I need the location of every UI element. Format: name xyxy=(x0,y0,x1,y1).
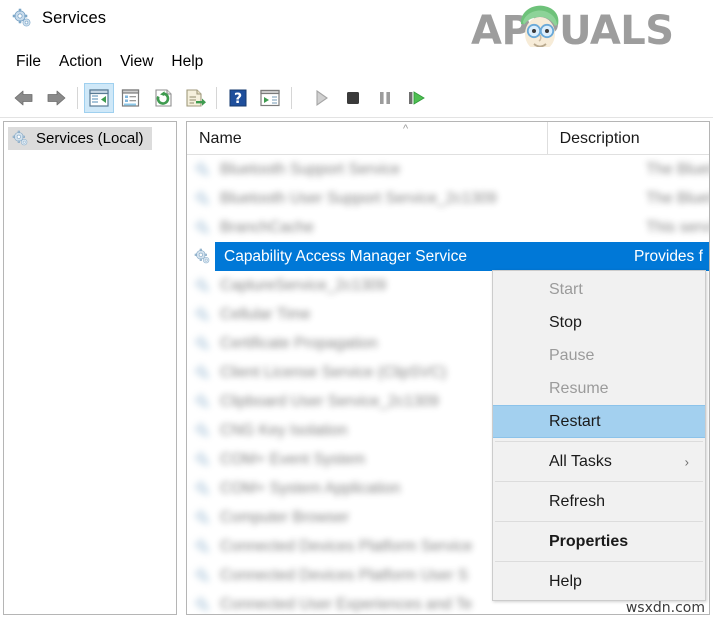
column-header-name[interactable]: Name ^ xyxy=(187,122,547,154)
service-gear-icon xyxy=(190,480,214,497)
context-menu-item-all-tasks-label: All Tasks xyxy=(549,452,612,470)
service-gear-icon xyxy=(190,422,214,439)
services-gear-icon xyxy=(12,8,32,28)
export-list-icon[interactable] xyxy=(180,83,210,113)
context-menu-item-stop-label: Stop xyxy=(549,313,582,331)
services-window: Services APPUALS File Action View Help ?… xyxy=(0,0,713,618)
sidebar-item-label: Services (Local) xyxy=(36,130,144,147)
service-context-menu: Start Stop Pause Resume Restart All Task… xyxy=(492,270,706,601)
menu-file[interactable]: File xyxy=(7,51,50,73)
column-header-description[interactable]: Description xyxy=(546,122,709,154)
context-menu-item-start[interactable]: Start xyxy=(493,273,705,306)
restart-service-icon[interactable] xyxy=(402,83,432,113)
service-gear-icon xyxy=(190,190,214,207)
column-header-description-label: Description xyxy=(559,130,640,147)
watermark: wsxdn.com xyxy=(625,600,705,616)
service-gear-icon xyxy=(190,335,214,352)
service-name-cell: Bluetooth User Support Service_2c1309 xyxy=(220,189,497,207)
services-gear-icon xyxy=(12,130,29,147)
service-gear-icon xyxy=(190,509,214,526)
context-menu-item-refresh[interactable]: Refresh xyxy=(493,485,705,518)
context-menu-item-properties[interactable]: Properties xyxy=(493,525,705,558)
service-gear-icon xyxy=(190,596,214,613)
back-icon[interactable] xyxy=(9,83,39,113)
context-menu-item-pause[interactable]: Pause xyxy=(493,339,705,372)
stop-service-icon[interactable] xyxy=(338,83,368,113)
sort-ascending-icon: ^ xyxy=(403,123,409,135)
service-gear-icon xyxy=(190,393,214,410)
service-gear-icon xyxy=(190,538,214,555)
service-gear-icon xyxy=(190,219,214,236)
toolbar-separator-2 xyxy=(216,87,217,109)
context-menu-item-properties-label: Properties xyxy=(549,532,629,550)
toolbar-separator-1 xyxy=(77,87,78,109)
context-menu-separator-2 xyxy=(495,481,703,482)
service-name-cell: BranchCache xyxy=(220,218,314,236)
toolbar-separator-3 xyxy=(291,87,292,109)
service-gear-icon xyxy=(190,567,214,584)
service-description-cell: This servi xyxy=(646,218,709,236)
window-title: Services xyxy=(42,8,107,27)
sidebar-item-services-local[interactable]: Services (Local) xyxy=(8,127,152,150)
context-menu-item-pause-label: Pause xyxy=(549,346,595,364)
refresh-icon[interactable] xyxy=(148,83,178,113)
show-action-pane-icon[interactable] xyxy=(255,83,285,113)
context-menu-item-help-label: Help xyxy=(549,572,582,590)
pause-service-icon[interactable] xyxy=(370,83,400,113)
context-menu-item-restart-label: Restart xyxy=(549,412,601,430)
service-name-cell: Bluetooth Support Service xyxy=(220,160,401,178)
service-name-cell: Capability Access Manager Service xyxy=(224,247,467,265)
context-menu-item-resume-label: Resume xyxy=(549,379,609,397)
table-row[interactable]: Bluetooth User Support Service_2c1309 The… xyxy=(187,184,709,213)
context-menu-separator-1 xyxy=(495,441,703,442)
context-menu-separator-4 xyxy=(495,561,703,562)
table-row[interactable]: BranchCache This servi xyxy=(187,213,709,242)
table-row[interactable]: Bluetooth Support Service The Bluet xyxy=(187,155,709,184)
toolbar: ? xyxy=(0,79,713,118)
service-gear-icon xyxy=(190,248,214,265)
service-description-cell: The Bluet xyxy=(646,189,709,207)
svg-text:?: ? xyxy=(234,91,242,107)
show-hide-console-tree-icon[interactable] xyxy=(84,83,114,113)
service-gear-icon xyxy=(190,364,214,381)
chevron-right-icon: › xyxy=(684,454,689,469)
context-menu-item-help[interactable]: Help xyxy=(493,565,705,598)
start-service-icon[interactable] xyxy=(306,83,336,113)
column-header-name-label: Name xyxy=(199,130,242,147)
context-menu-separator-3 xyxy=(495,521,703,522)
table-row[interactable]: Capability Access Manager Service Provide… xyxy=(187,242,709,271)
menu-view[interactable]: View xyxy=(111,51,162,73)
context-menu-item-resume[interactable]: Resume xyxy=(493,372,705,405)
list-column-headers: Name ^ Description xyxy=(187,122,709,155)
menu-bar: File Action View Help xyxy=(0,47,713,77)
menu-action[interactable]: Action xyxy=(50,51,111,73)
service-gear-icon xyxy=(190,161,214,178)
service-gear-icon xyxy=(190,451,214,468)
context-menu-item-start-label: Start xyxy=(549,280,583,298)
console-tree-pane: Services (Local) xyxy=(3,121,177,615)
menu-help[interactable]: Help xyxy=(162,51,212,73)
context-menu-item-restart[interactable]: Restart xyxy=(493,405,705,438)
service-description-cell: The Bluet xyxy=(646,160,709,178)
service-gear-icon xyxy=(190,306,214,323)
context-menu-item-stop[interactable]: Stop xyxy=(493,306,705,339)
service-description-cell: Provides f xyxy=(634,247,703,265)
help-icon[interactable]: ? xyxy=(223,83,253,113)
title-bar: Services APPUALS xyxy=(0,0,713,58)
service-gear-icon xyxy=(190,277,214,294)
properties-icon[interactable] xyxy=(116,83,146,113)
context-menu-item-all-tasks[interactable]: All Tasks › xyxy=(493,445,705,478)
forward-icon[interactable] xyxy=(41,83,71,113)
context-menu-item-refresh-label: Refresh xyxy=(549,492,606,510)
